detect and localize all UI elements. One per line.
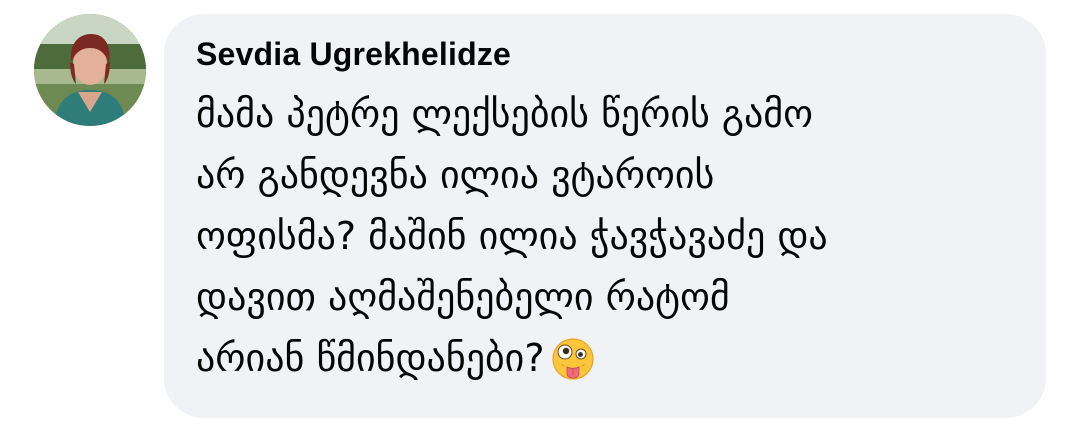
avatar[interactable] xyxy=(34,14,146,126)
comment-text: მამა პეტრე ლექსების წერის გამო არ განდევ… xyxy=(196,84,1016,399)
comment-line: მამა პეტრე ლექსების წერის გამო xyxy=(196,92,814,136)
comment-bubble: Sevdia Ugrekhelidze მამა პეტრე ლექსების … xyxy=(164,14,1046,418)
author-name[interactable]: Sevdia Ugrekhelidze xyxy=(196,34,1016,74)
avatar-photo xyxy=(34,14,146,126)
comment-line: დავით აღმაშენებელი რატომ xyxy=(196,275,730,319)
comment-line: არ განდევნა ილია ვტაროის xyxy=(196,153,715,197)
comment-line-text: არიან წმინდანები? xyxy=(196,336,545,380)
zany-face-emoji-icon xyxy=(551,337,595,399)
comment-line: ოფისმა? მაშინ ილია ჭავჭავაძე და xyxy=(196,214,828,258)
comment-line-last: არიან წმინდანები? xyxy=(196,328,1016,399)
comment-item: Sevdia Ugrekhelidze მამა პეტრე ლექსების … xyxy=(0,0,1080,427)
